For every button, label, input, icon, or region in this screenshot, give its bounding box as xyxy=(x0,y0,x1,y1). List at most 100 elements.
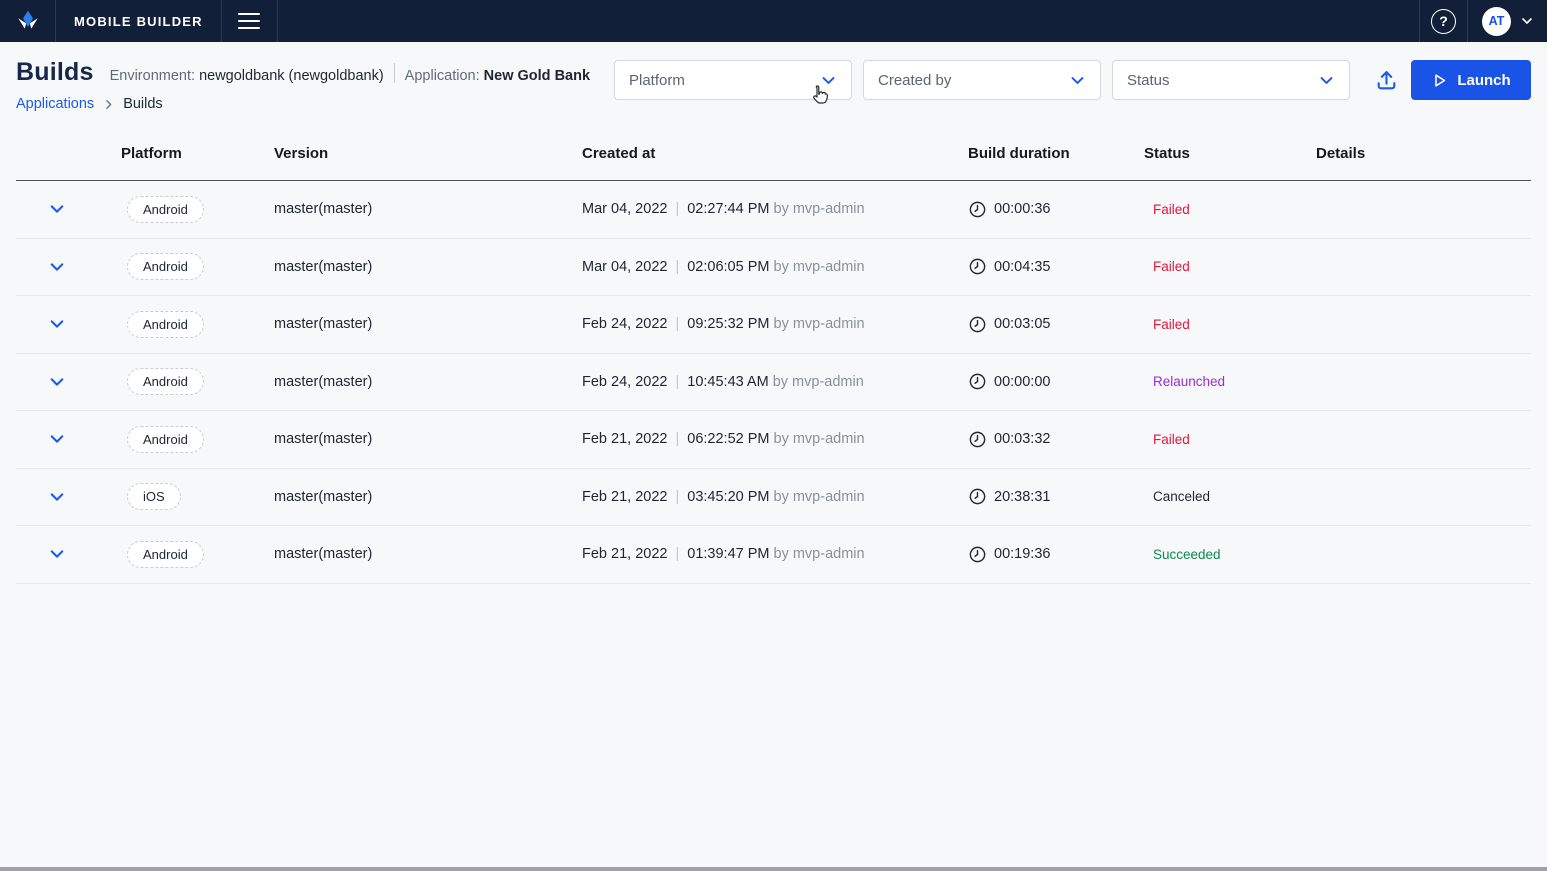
platform-badge: Android xyxy=(127,310,204,338)
horizontal-scrollbar[interactable] xyxy=(0,867,1547,871)
launch-button-label: Launch xyxy=(1457,71,1511,89)
row-expand-button[interactable] xyxy=(46,428,68,450)
help-button[interactable]: ? xyxy=(1419,0,1467,42)
version-cell: master(master) xyxy=(274,546,373,563)
platform-cell: Android xyxy=(121,253,274,281)
created-by: by mvp-admin xyxy=(773,258,865,275)
table-row: Android master(master) Feb 24, 2022 | 09:2… xyxy=(16,296,1531,354)
page-title: Builds xyxy=(16,58,94,86)
builds-table: Platform Version Created at Build durati… xyxy=(16,126,1531,584)
created-date: Feb 21, 2022 xyxy=(582,488,668,505)
breadcrumb: Applications Builds xyxy=(16,96,590,112)
date-time-separator: | xyxy=(675,546,680,563)
build-duration-cell: 00:00:00 xyxy=(960,372,1144,391)
chevron-down-icon xyxy=(1522,18,1532,24)
upload-icon xyxy=(1377,70,1395,89)
duration-value: 00:19:36 xyxy=(994,546,1051,563)
hamburger-menu-button[interactable] xyxy=(222,0,278,42)
chevron-down-icon xyxy=(1320,76,1333,84)
created-date: Mar 04, 2022 xyxy=(582,201,668,218)
launch-button[interactable]: Launch xyxy=(1411,60,1531,100)
created-by-filter-placeholder: Created by xyxy=(878,71,952,89)
status-filter[interactable]: Status xyxy=(1112,60,1350,100)
table-header: Platform Version Created at Build durati… xyxy=(16,126,1531,181)
chevron-down-icon xyxy=(1071,76,1084,84)
brand-title: MOBILE BUILDER xyxy=(74,13,203,29)
created-by: by mvp-admin xyxy=(773,546,865,563)
created-date: Feb 21, 2022 xyxy=(582,431,668,448)
export-button[interactable] xyxy=(1369,60,1403,100)
row-expand-button[interactable] xyxy=(46,543,68,565)
app-logo[interactable] xyxy=(0,0,56,42)
platform-badge: Android xyxy=(127,368,204,396)
created-date: Feb 24, 2022 xyxy=(582,316,668,333)
version-cell: master(master) xyxy=(274,431,373,448)
user-menu[interactable]: AT xyxy=(1467,0,1547,42)
platform-badge: iOS xyxy=(127,483,181,511)
created-time: 02:06:05 PM xyxy=(687,258,770,275)
clock-icon xyxy=(969,546,986,563)
breadcrumb-current: Builds xyxy=(123,96,163,112)
breadcrumb-link-applications[interactable]: Applications xyxy=(16,96,94,112)
platform-cell: Android xyxy=(121,310,274,338)
column-header-details: Details xyxy=(1316,144,1366,162)
topbar: MOBILE BUILDER ? AT xyxy=(0,0,1547,42)
build-duration-cell: 00:04:35 xyxy=(960,257,1144,276)
row-expand-button[interactable] xyxy=(46,198,68,220)
application-info: Application: New Gold Bank xyxy=(405,68,590,84)
environment-label: Environment: xyxy=(109,68,196,84)
chevron-down-icon xyxy=(50,378,64,386)
chevron-right-icon xyxy=(106,99,112,109)
table-row: Android master(master) Mar 04, 2022 | 02:0… xyxy=(16,239,1531,296)
platform-filter[interactable]: Platform xyxy=(614,60,852,100)
platform-cell: iOS xyxy=(121,483,274,511)
created-by: by mvp-admin xyxy=(772,373,864,390)
table-row: Android master(master) Feb 21, 2022 | 06:2… xyxy=(16,411,1531,469)
chevron-down-icon xyxy=(50,263,64,271)
date-time-separator: | xyxy=(675,316,680,333)
row-expand-button[interactable] xyxy=(46,371,68,393)
build-duration-cell: 00:19:36 xyxy=(960,545,1144,564)
created-date: Feb 24, 2022 xyxy=(582,373,668,390)
clock-icon xyxy=(969,316,986,333)
expand-cell xyxy=(16,428,121,450)
version-cell: master(master) xyxy=(274,316,373,333)
table-row: iOS master(master) Feb 21, 2022 | 03:45:20… xyxy=(16,469,1531,526)
application-value: New Gold Bank xyxy=(483,68,591,84)
created-at-cell: Feb 21, 2022 | 06:22:52 PM by mvp-admin xyxy=(582,431,960,447)
date-time-separator: | xyxy=(675,431,680,448)
created-by-filter[interactable]: Created by xyxy=(863,60,1101,100)
table-body: Android master(master) Mar 04, 2022 | 02:2… xyxy=(16,181,1531,584)
play-icon xyxy=(1435,73,1446,87)
duration-value: 20:38:31 xyxy=(994,488,1051,505)
table-row: Android master(master) Mar 04, 2022 | 02:2… xyxy=(16,181,1531,239)
created-at-cell: Mar 04, 2022 | 02:27:44 PM by mvp-admin xyxy=(582,201,960,217)
expand-cell xyxy=(16,198,121,220)
page-header: Builds Environment: newgoldbank (newgold… xyxy=(0,42,1547,120)
build-duration-cell: 00:03:05 xyxy=(960,315,1144,334)
created-date: Feb 21, 2022 xyxy=(582,546,668,563)
column-header-platform: Platform xyxy=(121,144,182,162)
row-expand-button[interactable] xyxy=(46,256,68,278)
status-cell: Failed xyxy=(1153,259,1190,275)
chevron-down-icon xyxy=(50,435,64,443)
duration-value: 00:00:36 xyxy=(994,201,1051,218)
created-by: by mvp-admin xyxy=(773,316,865,333)
chevron-down-icon xyxy=(50,205,64,213)
platform-cell: Android xyxy=(121,540,274,568)
created-at-cell: Mar 04, 2022 | 02:06:05 PM by mvp-admin xyxy=(582,259,960,275)
status-cell: Failed xyxy=(1153,431,1190,447)
row-expand-button[interactable] xyxy=(46,486,68,508)
column-header-created-at: Created at xyxy=(582,144,656,162)
row-expand-button[interactable] xyxy=(46,313,68,335)
date-time-separator: | xyxy=(675,258,680,275)
platform-cell: Android xyxy=(121,195,274,223)
platform-badge: Android xyxy=(127,540,204,568)
version-cell: master(master) xyxy=(274,258,373,275)
duration-value: 00:04:35 xyxy=(994,258,1051,275)
created-time: 01:39:47 PM xyxy=(687,546,770,563)
application-label: Application: xyxy=(404,68,480,84)
chevron-down-icon xyxy=(50,550,64,558)
version-cell: master(master) xyxy=(274,373,373,390)
duration-value: 00:00:00 xyxy=(994,373,1051,390)
